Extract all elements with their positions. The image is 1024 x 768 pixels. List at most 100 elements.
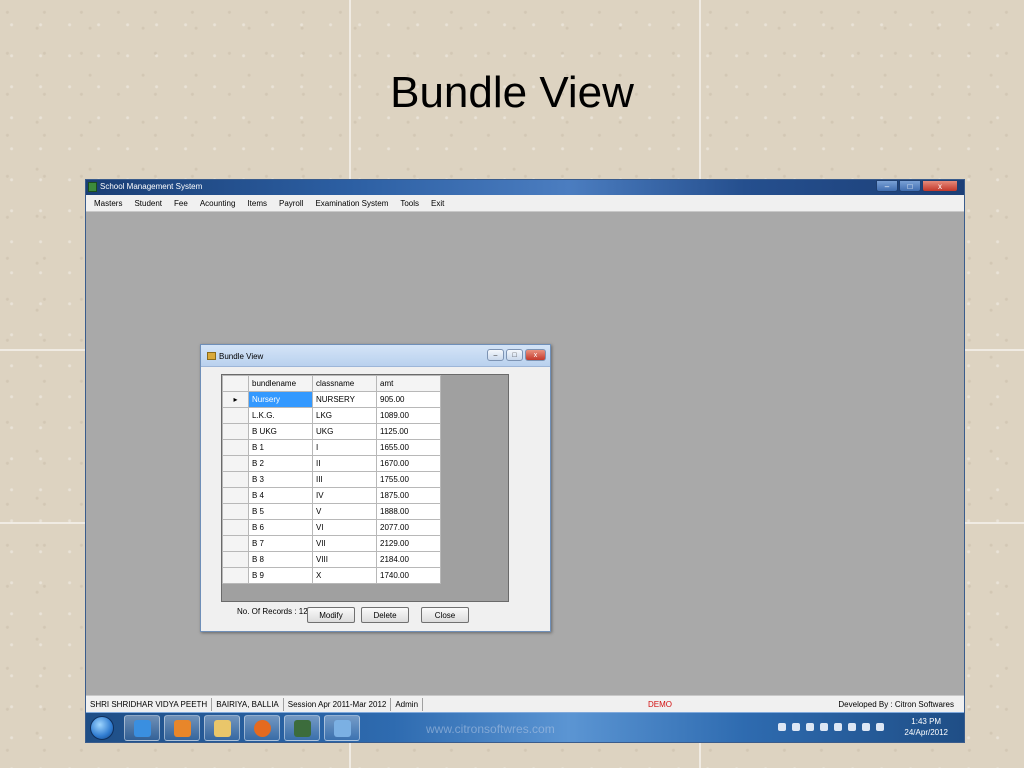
cell-bundlename[interactable]: B 2: [248, 455, 313, 472]
cell-amt[interactable]: 1089.00: [376, 407, 441, 424]
table-row[interactable]: B 3 III 1755.00: [222, 471, 441, 488]
cell-classname[interactable]: LKG: [312, 407, 377, 424]
start-button-icon[interactable]: [90, 716, 114, 740]
cell-bundlename[interactable]: B 5: [248, 503, 313, 520]
cell-classname[interactable]: UKG: [312, 423, 377, 440]
cell-classname[interactable]: VI: [312, 519, 377, 536]
dialog-titlebar[interactable]: Bundle View – □ x: [201, 345, 550, 367]
taskbar-app-button[interactable]: [284, 715, 320, 741]
taskbar-ie-button[interactable]: [124, 715, 160, 741]
delete-button[interactable]: Delete: [361, 607, 409, 623]
cell-classname[interactable]: X: [312, 567, 377, 584]
cell-amt[interactable]: 1888.00: [376, 503, 441, 520]
table-row[interactable]: B 2 II 1670.00: [222, 455, 441, 472]
tray-antivirus-icon[interactable]: [820, 723, 828, 731]
cell-bundlename[interactable]: B UKG: [248, 423, 313, 440]
maximize-button[interactable]: □: [899, 180, 921, 192]
menu-fee[interactable]: Fee: [174, 199, 188, 208]
modify-button[interactable]: Modify: [307, 607, 355, 623]
row-header[interactable]: [222, 535, 249, 552]
cell-classname[interactable]: III: [312, 471, 377, 488]
cell-classname[interactable]: VIII: [312, 551, 377, 568]
cell-amt[interactable]: 1670.00: [376, 455, 441, 472]
row-header[interactable]: [222, 487, 249, 504]
table-row[interactable]: B 9 X 1740.00: [222, 567, 441, 584]
row-header[interactable]: [222, 439, 249, 456]
cell-amt[interactable]: 905.00: [376, 391, 441, 408]
cell-amt[interactable]: 1755.00: [376, 471, 441, 488]
tray-chat-icon[interactable]: [834, 723, 842, 731]
cell-bundlename[interactable]: L.K.G.: [248, 407, 313, 424]
row-header[interactable]: [222, 519, 249, 536]
menu-exit[interactable]: Exit: [431, 199, 444, 208]
column-header-bundlename[interactable]: bundlename: [248, 375, 313, 392]
dialog-close-action-button[interactable]: Close: [421, 607, 469, 623]
taskbar-paint-button[interactable]: [324, 715, 360, 741]
taskbar-media-button[interactable]: [164, 715, 200, 741]
cell-amt[interactable]: 2184.00: [376, 551, 441, 568]
tray-update-icon[interactable]: [792, 723, 800, 731]
cell-classname[interactable]: NURSERY: [312, 391, 377, 408]
taskbar-firefox-button[interactable]: [244, 715, 280, 741]
table-row[interactable]: B 7 VII 2129.00: [222, 535, 441, 552]
close-button[interactable]: x: [922, 180, 958, 192]
tray-network-icon[interactable]: [778, 723, 786, 731]
menu-payroll[interactable]: Payroll: [279, 199, 303, 208]
row-header[interactable]: [222, 567, 249, 584]
menu-student[interactable]: Student: [134, 199, 162, 208]
menu-tools[interactable]: Tools: [400, 199, 419, 208]
cell-classname[interactable]: I: [312, 439, 377, 456]
menu-examination-system[interactable]: Examination System: [315, 199, 388, 208]
minimize-button[interactable]: –: [876, 180, 898, 192]
cell-bundlename[interactable]: B 6: [248, 519, 313, 536]
tray-volume-icon[interactable]: [862, 723, 870, 731]
cell-bundlename[interactable]: B 1: [248, 439, 313, 456]
tray-shield-icon[interactable]: [806, 723, 814, 731]
row-header[interactable]: [222, 423, 249, 440]
column-header-classname[interactable]: classname: [312, 375, 377, 392]
cell-bundlename[interactable]: Nursery: [248, 391, 313, 408]
table-row[interactable]: B 8 VIII 2184.00: [222, 551, 441, 568]
cell-amt[interactable]: 1875.00: [376, 487, 441, 504]
tray-display-icon[interactable]: [876, 723, 884, 731]
menu-masters[interactable]: Masters: [94, 199, 122, 208]
cell-amt[interactable]: 2129.00: [376, 535, 441, 552]
cell-amt[interactable]: 2077.00: [376, 519, 441, 536]
table-row[interactable]: B 1 I 1655.00: [222, 439, 441, 456]
table-row[interactable]: ▸ Nursery NURSERY 905.00: [222, 391, 441, 408]
tray-flag-icon[interactable]: [848, 723, 856, 731]
cell-classname[interactable]: V: [312, 503, 377, 520]
table-row[interactable]: B 5 V 1888.00: [222, 503, 441, 520]
dialog-close-button[interactable]: x: [525, 349, 546, 361]
row-header[interactable]: [222, 503, 249, 520]
cell-classname[interactable]: IV: [312, 487, 377, 504]
bundle-grid[interactable]: bundlename classname amt ▸ Nursery NURSE…: [221, 374, 509, 602]
column-header-amt[interactable]: amt: [376, 375, 441, 392]
cell-amt[interactable]: 1125.00: [376, 423, 441, 440]
cell-classname[interactable]: II: [312, 455, 377, 472]
cell-bundlename[interactable]: B 4: [248, 487, 313, 504]
cell-classname[interactable]: VII: [312, 535, 377, 552]
row-header[interactable]: [222, 455, 249, 472]
dialog-minimize-button[interactable]: –: [487, 349, 504, 361]
taskbar-clock[interactable]: 1:43 PM 24/Apr/2012: [904, 716, 948, 738]
taskbar-explorer-button[interactable]: [204, 715, 240, 741]
app-titlebar[interactable]: School Management System – □ x: [86, 180, 964, 195]
row-header[interactable]: [222, 471, 249, 488]
row-header[interactable]: [222, 551, 249, 568]
cell-bundlename[interactable]: B 9: [248, 567, 313, 584]
menu-items[interactable]: Items: [247, 199, 267, 208]
status-session: Session Apr 2011-Mar 2012: [284, 697, 392, 711]
table-row[interactable]: B 6 VI 2077.00: [222, 519, 441, 536]
row-header[interactable]: [222, 407, 249, 424]
dialog-maximize-button[interactable]: □: [506, 349, 523, 361]
menu-acounting[interactable]: Acounting: [200, 199, 236, 208]
cell-amt[interactable]: 1655.00: [376, 439, 441, 456]
cell-bundlename[interactable]: B 8: [248, 551, 313, 568]
cell-bundlename[interactable]: B 7: [248, 535, 313, 552]
table-row[interactable]: B 4 IV 1875.00: [222, 487, 441, 504]
cell-bundlename[interactable]: B 3: [248, 471, 313, 488]
table-row[interactable]: L.K.G. LKG 1089.00: [222, 407, 441, 424]
table-row[interactable]: B UKG UKG 1125.00: [222, 423, 441, 440]
cell-amt[interactable]: 1740.00: [376, 567, 441, 584]
